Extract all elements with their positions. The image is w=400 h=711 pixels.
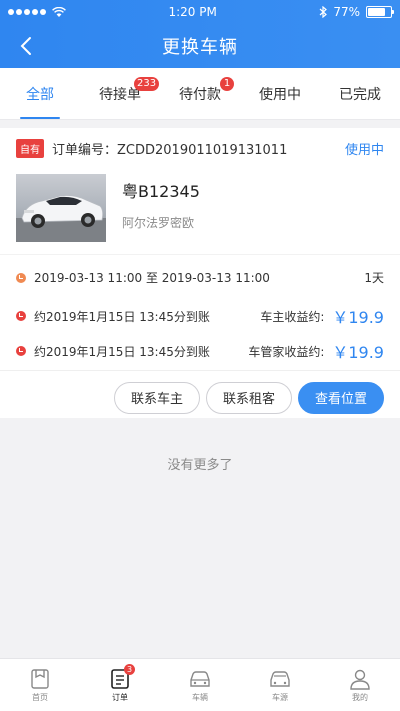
owner-income-row: 约2019年1月15日 13:45分到账 车主收益约: ￥19.9	[0, 300, 400, 332]
car-icon	[190, 670, 210, 687]
tabbar-item-car-source[interactable]: 车源	[240, 659, 320, 711]
tabbar-item-home[interactable]: 首页	[0, 659, 80, 711]
nav-bar: 更换车辆	[0, 24, 400, 68]
owner-income-label: 车主收益约:	[260, 309, 325, 324]
tabbar-label: 车辆	[192, 692, 208, 702]
wifi-icon	[52, 6, 66, 17]
rental-period: 2019-03-13 11:00 至 2019-03-13 11:00	[34, 271, 270, 285]
contact-owner-button[interactable]: 联系车主	[114, 381, 200, 414]
tabbar-label: 订单	[112, 692, 128, 702]
battery-percent: 77%	[333, 5, 360, 19]
rental-days: 1天	[364, 271, 384, 285]
manager-income-row: 约2019年1月15日 13:45分到账 车管家收益约: ￥19.9	[0, 332, 400, 370]
clock-icon	[16, 346, 26, 356]
status-bar: 1:20 PM 77%	[0, 0, 400, 24]
manager-income-label: 车管家收益约:	[248, 344, 325, 359]
header: 1:20 PM 77% 更换车辆	[0, 0, 400, 68]
tab-in-use[interactable]: 使用中	[240, 68, 320, 119]
tabbar-label: 首页	[32, 692, 48, 702]
status-time: 1:20 PM	[168, 5, 217, 19]
owner-settle-time: 约2019年1月15日 13:45分到账	[34, 309, 210, 324]
order-header: 自有 订单编号：ZCDD2019011019131011 使用中	[0, 128, 400, 168]
tab-label: 待付款	[179, 86, 221, 103]
tabbar-label: 车源	[272, 692, 288, 702]
bluetooth-icon	[319, 6, 328, 18]
clock-icon	[16, 272, 26, 283]
count-badge: 3	[124, 664, 135, 675]
tabbar-item-cars[interactable]: 车辆	[160, 659, 240, 711]
tab-pending-accept[interactable]: 待接单 233	[80, 68, 160, 119]
tabbar-item-me[interactable]: 我的	[320, 659, 400, 711]
count-badge: 1	[220, 77, 234, 91]
order-status-tabs: 全部 待接单 233 待付款 1 使用中 已完成	[0, 68, 400, 120]
owned-tag: 自有	[16, 138, 44, 158]
battery-icon	[366, 6, 394, 18]
list-end-text: 没有更多了	[167, 458, 233, 473]
contact-renter-button[interactable]: 联系租客	[206, 381, 292, 414]
tabbar-item-orders[interactable]: 订单 3	[80, 659, 160, 711]
owner-income-amount: ￥19.9	[332, 308, 384, 327]
rental-period-row: 2019-03-13 11:00 至 2019-03-13 11:00 1天	[0, 254, 400, 300]
tab-label: 全部	[26, 86, 54, 103]
car-summary: 粤B12345 阿尔法罗密欧	[0, 168, 400, 246]
tab-label: 已完成	[339, 86, 381, 103]
view-location-button[interactable]: 查看位置	[298, 381, 384, 414]
order-actions: 联系车主 联系租客 查看位置	[0, 370, 400, 424]
order-card[interactable]: 自有 订单编号：ZCDD2019011019131011 使用中 粤B12345…	[0, 128, 400, 418]
back-button[interactable]	[12, 32, 40, 60]
order-status: 使用中	[344, 142, 384, 158]
bottom-tab-bar: 首页 订单 3 车辆 车源 我的	[0, 658, 400, 711]
tab-pending-payment[interactable]: 待付款 1	[160, 68, 240, 119]
signal-icon	[8, 9, 46, 15]
page-title: 更换车辆	[162, 37, 238, 58]
tabbar-label: 我的	[352, 692, 368, 702]
home-icon	[31, 668, 49, 689]
tab-completed[interactable]: 已完成	[320, 68, 400, 119]
order-number: 订单编号：ZCDD2019011019131011	[52, 142, 288, 158]
car-source-icon	[270, 670, 290, 687]
count-badge: 233	[134, 77, 160, 91]
profile-icon	[350, 669, 370, 690]
manager-income-amount: ￥19.9	[332, 343, 384, 362]
clock-icon	[16, 311, 26, 321]
license-plate: 粤B12345	[122, 182, 200, 201]
car-photo	[16, 174, 106, 242]
tab-label: 使用中	[259, 86, 301, 103]
car-model: 阿尔法罗密欧	[122, 216, 195, 230]
tab-all[interactable]: 全部	[0, 68, 80, 119]
chevron-left-icon	[20, 37, 31, 55]
manager-settle-time: 约2019年1月15日 13:45分到账	[34, 344, 210, 359]
